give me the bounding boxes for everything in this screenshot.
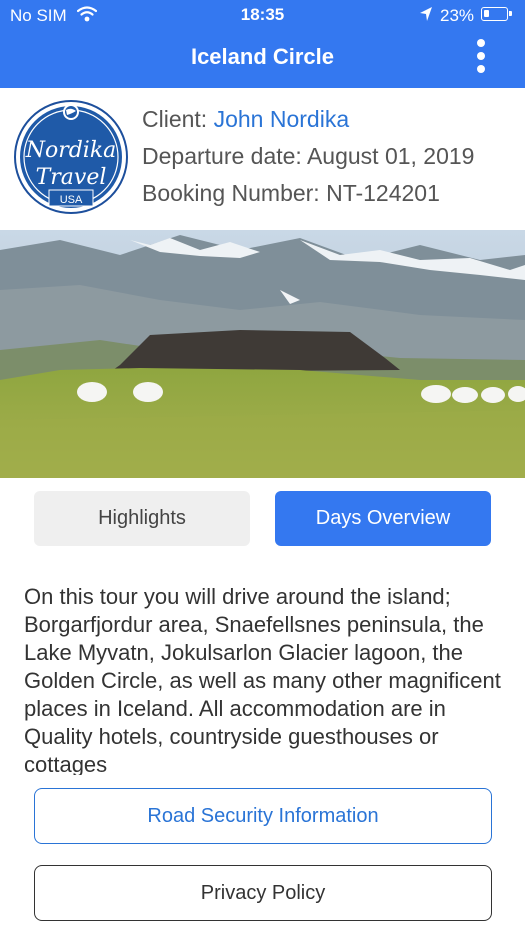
battery-percent: 23%: [440, 6, 475, 25]
more-menu-icon[interactable]: [466, 37, 496, 77]
client-line: Client: John Nordika: [142, 106, 349, 133]
tab-days-overview[interactable]: Days Overview: [275, 491, 491, 546]
iceland-landscape-photo: [0, 230, 525, 478]
booking-header: Nordika Travel USA Client: John Nordika …: [0, 88, 525, 230]
booking-number-line: Booking Number: NT-124201: [142, 180, 440, 207]
booking-number-label: Booking Number:: [142, 180, 327, 206]
booking-number-value: NT-124201: [326, 180, 440, 206]
client-name-link[interactable]: John Nordika: [214, 106, 350, 132]
logo-line-2: Travel: [36, 165, 107, 190]
tab-highlights[interactable]: Highlights: [34, 491, 250, 546]
client-label: Client:: [142, 106, 214, 132]
departure-value: August 01, 2019: [306, 143, 475, 169]
nordika-travel-logo: Nordika Travel USA: [14, 100, 128, 214]
battery-icon: [481, 7, 512, 21]
departure-line: Departure date: August 01, 2019: [142, 143, 474, 170]
departure-label: Departure date:: [142, 143, 307, 169]
road-security-button[interactable]: Road Security Information: [34, 788, 492, 844]
privacy-policy-button[interactable]: Privacy Policy: [34, 865, 492, 921]
status-bar: No SIM 18:35 23%: [0, 0, 525, 30]
page-title: Iceland Circle: [190, 44, 335, 69]
top-bar: No SIM 18:35 23% Iceland Circle: [0, 0, 525, 88]
tour-description[interactable]: On this tour you will drive around the i…: [24, 583, 504, 775]
logo-line-3: USA: [60, 194, 83, 206]
location-arrow-icon: [420, 7, 432, 21]
logo-line-1: Nordika: [25, 138, 117, 163]
